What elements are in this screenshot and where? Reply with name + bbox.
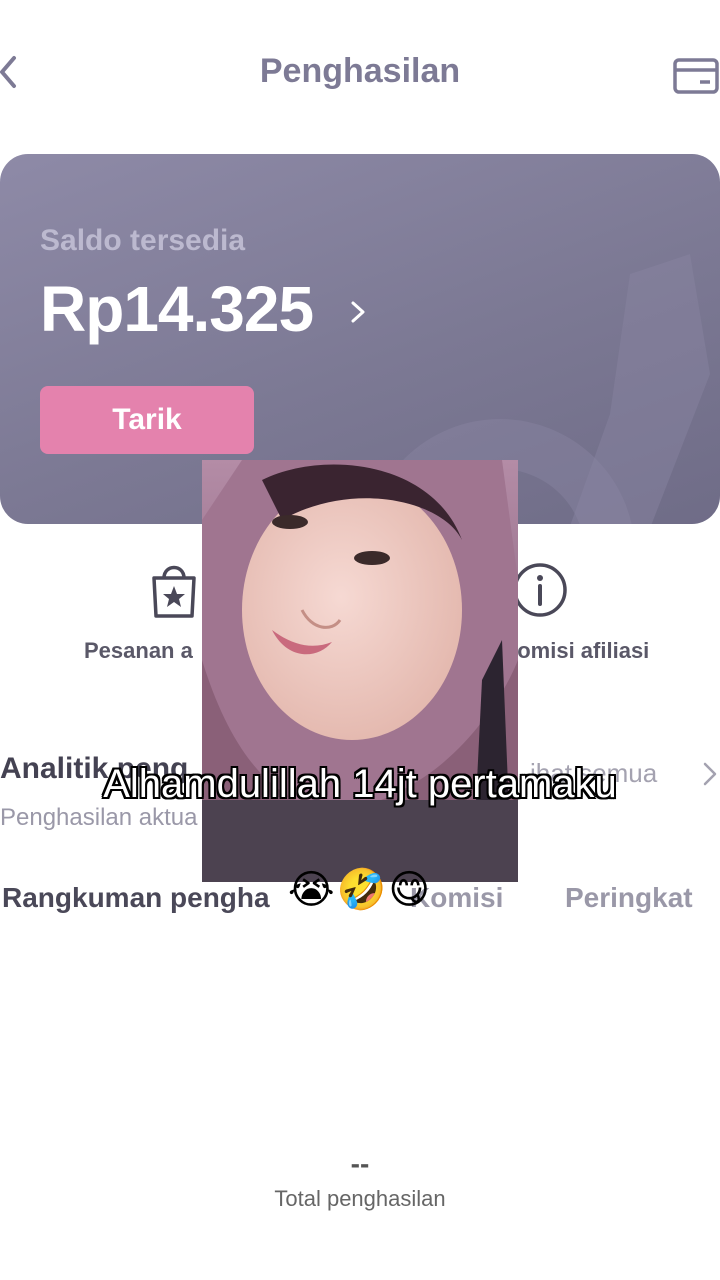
- portrait-photo: [202, 460, 518, 882]
- card-icon[interactable]: [672, 56, 720, 96]
- total-earnings-value: --: [350, 1148, 370, 1179]
- balance-label: Saldo tersedia: [40, 224, 246, 257]
- quick-action-orders[interactable]: Pesanan a: [84, 638, 193, 664]
- analytics-subtitle: Penghasilan aktua: [0, 804, 198, 831]
- page-title: Penghasilan: [259, 52, 461, 90]
- quick-action-affiliate-commission[interactable]: komisi afiliasi: [505, 638, 649, 664]
- balance-amount[interactable]: Rp14.325: [40, 272, 314, 346]
- chevron-right-icon[interactable]: [348, 296, 368, 328]
- caption-emojis: 😭🤣😋: [287, 868, 433, 912]
- info-icon[interactable]: [512, 562, 568, 618]
- withdraw-button[interactable]: Tarik: [40, 386, 254, 454]
- total-earnings-label: Total penghasilan: [274, 1186, 446, 1211]
- video-caption: Alhamdulillah 14jt pertamaku: [103, 762, 617, 806]
- shopping-bag-star-icon[interactable]: [148, 560, 200, 620]
- header: Penghasilan: [0, 0, 720, 150]
